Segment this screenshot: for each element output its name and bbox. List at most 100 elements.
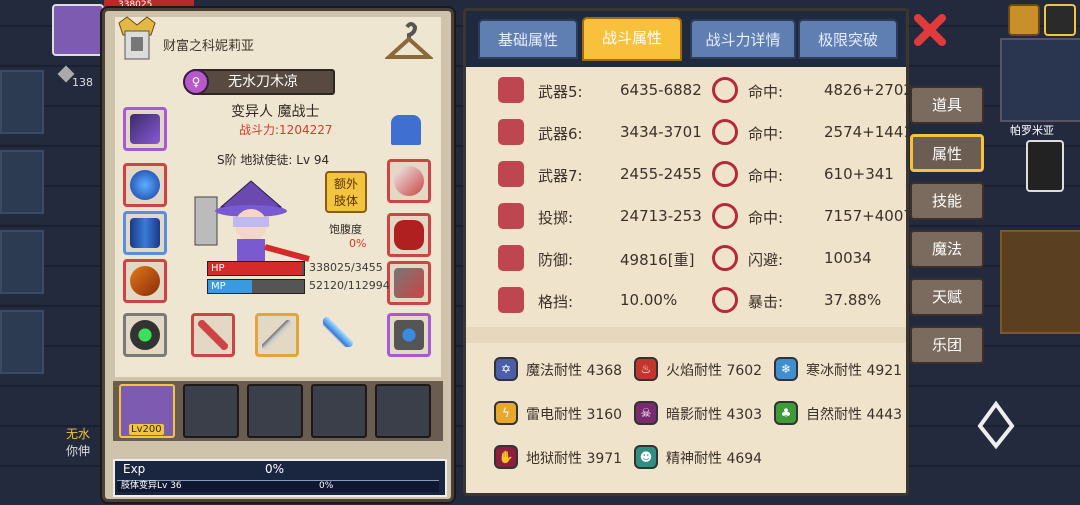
hanger-icon[interactable] (383, 21, 435, 65)
stat-value: 49816[重] (620, 251, 695, 269)
side-menu-label: 道具 (931, 96, 962, 114)
equip-slot-boots[interactable] (387, 213, 431, 257)
equip-slot-bracer[interactable] (387, 159, 431, 203)
extra-limb-button[interactable]: 额外 肢体 (325, 171, 367, 213)
resistance-label: 火焰耐性 7602 (666, 363, 763, 379)
pet-slot-2[interactable] (183, 384, 239, 438)
character-name: 无水刀木凉 (228, 74, 298, 90)
weapon-slot-1[interactable] (191, 313, 235, 357)
ring-icon (130, 320, 160, 350)
map-building (1000, 230, 1080, 334)
extra-limb-line-2: 肢体 (333, 194, 358, 208)
resistance-icon: ♣ (774, 401, 798, 425)
hp-label: HP (211, 263, 225, 274)
equip-slot-helmet[interactable] (123, 107, 167, 151)
weapon-slot-3[interactable] (319, 313, 363, 357)
stat-sub-value: 10034 (824, 249, 872, 267)
pet-slot-4[interactable] (311, 384, 367, 438)
stat-sub-label: 闪避: (748, 251, 784, 269)
side-menu-item[interactable]: 魔法 (910, 230, 984, 268)
hanger-hud-icon[interactable] (974, 400, 1018, 450)
resistance-item: ☠ 暗影耐性 4303 (634, 399, 772, 427)
chest-icon (130, 266, 160, 296)
mp-bar: MP (207, 279, 305, 294)
bracelet-icon (394, 220, 424, 250)
chat-snippet[interactable]: 无水 你伸 (66, 426, 106, 462)
stat-sub-value: 7157+4007 (824, 207, 913, 225)
close-icon[interactable] (910, 10, 950, 50)
resistance-icon: ✡ (494, 357, 518, 381)
side-menu-item[interactable]: 技能 (910, 182, 984, 220)
mp-value: 52120/112994 (309, 279, 390, 292)
resistance-item: ϟ 雷电耐性 3160 (494, 399, 632, 427)
stat-sub-label: 命中: (748, 167, 784, 185)
resistance-icon: ☻ (634, 445, 658, 469)
stats-divider (466, 327, 906, 343)
side-menu-label: 天赋 (931, 288, 962, 306)
rank-text: S阶 地狱使徒: Lv 94 (217, 153, 330, 167)
tab-basic-stats[interactable]: 基础属性 (478, 19, 578, 59)
player-avatar[interactable] (52, 4, 104, 56)
resistance-item: ✋ 地狱耐性 3971 (494, 443, 632, 471)
resistance-item: ♣ 自然耐性 4443 (774, 399, 912, 427)
tab-label: 战斗属性 (601, 29, 662, 47)
tab-label: 战斗力详情 (705, 31, 781, 49)
side-menu-label: 技能 (931, 192, 962, 210)
tab-limit-break[interactable]: 极限突破 (798, 19, 898, 59)
equip-slot-accessory[interactable] (387, 261, 431, 305)
phone-icon[interactable] (1026, 140, 1064, 192)
resistance-grid: ✡ 魔法耐性 4368 ♨ 火焰耐性 7602 ❄ 寒冰耐性 4921 ϟ 雷电耐性 3160… (466, 345, 906, 485)
mutation-value: 0% (319, 481, 334, 491)
character-name-bar: ♀ 无水刀木凉 (183, 69, 335, 95)
tab-power-details[interactable]: 战斗力详情 (690, 19, 796, 59)
stat-sub-label: 暴击: (748, 293, 784, 311)
network-icon[interactable] (1008, 4, 1040, 36)
stat-sub-value: 4826+2702 (824, 81, 913, 99)
stat-sub-value: 610+341 (824, 165, 894, 183)
title-crest-icon (117, 15, 157, 63)
resistance-icon: ❄ (774, 357, 798, 381)
chat-name: 无水 (66, 427, 91, 441)
stat-row: 武器6: 3434-3701 命中: 2574+1441 (466, 119, 913, 149)
pet-slot-1[interactable]: Lv200 (119, 384, 175, 438)
weapon-slot-2[interactable] (255, 313, 299, 357)
equip-slot-gloves[interactable] (387, 111, 431, 155)
combat-power: 战斗力:1204227 (239, 123, 333, 137)
equip-slot-belt[interactable] (123, 259, 167, 303)
side-menu-label: 乐团 (931, 336, 962, 354)
stat-sub-value: 2574+1441 (824, 123, 913, 141)
axe-icon (198, 320, 228, 350)
exp-panel: Exp 0% 肢体变异Lv 36 0% (113, 459, 447, 497)
minimap[interactable] (1000, 38, 1080, 122)
bow-icon (498, 203, 524, 229)
equip-slot-necklace[interactable] (123, 163, 167, 207)
equip-slot-trinket[interactable] (387, 313, 431, 357)
resistance-label: 地狱耐性 3971 (526, 451, 623, 467)
resistance-label: 自然耐性 4443 (806, 407, 903, 423)
hp-bar: HP (207, 261, 305, 276)
target-icon (712, 161, 738, 187)
side-menu-item[interactable]: 道具 (910, 86, 984, 124)
stat-sub-label: 命中: (748, 125, 784, 143)
pet-slot-5[interactable] (375, 384, 431, 438)
character-title: 财富之科妮莉亚 (163, 39, 255, 54)
shield-icon (498, 245, 524, 271)
side-menu-item[interactable]: 属性 (910, 134, 984, 172)
extra-limb-line-1: 额外 (333, 177, 358, 191)
tab-combat-stats[interactable]: 战斗属性 (582, 17, 682, 61)
equip-slot-ring[interactable] (123, 313, 167, 357)
resistance-item: ♨ 火焰耐性 7602 (634, 355, 772, 383)
mutation-label: 肢体变异Lv 36 (121, 481, 182, 491)
pet-slot-3[interactable] (247, 384, 303, 438)
fullscreen-icon[interactable] (1044, 4, 1076, 36)
female-gender-icon: ♀ (183, 69, 209, 95)
side-menu-item[interactable]: 乐团 (910, 326, 984, 364)
side-menu-item[interactable]: 天赋 (910, 278, 984, 316)
sword-icon (498, 119, 524, 145)
resistance-item: ☻ 精神耐性 4694 (634, 443, 772, 471)
map-tile (0, 70, 44, 134)
sword-icon (498, 161, 524, 187)
map-tile (0, 150, 44, 214)
crit-icon (712, 287, 738, 313)
equip-slot-armor[interactable] (123, 211, 167, 255)
